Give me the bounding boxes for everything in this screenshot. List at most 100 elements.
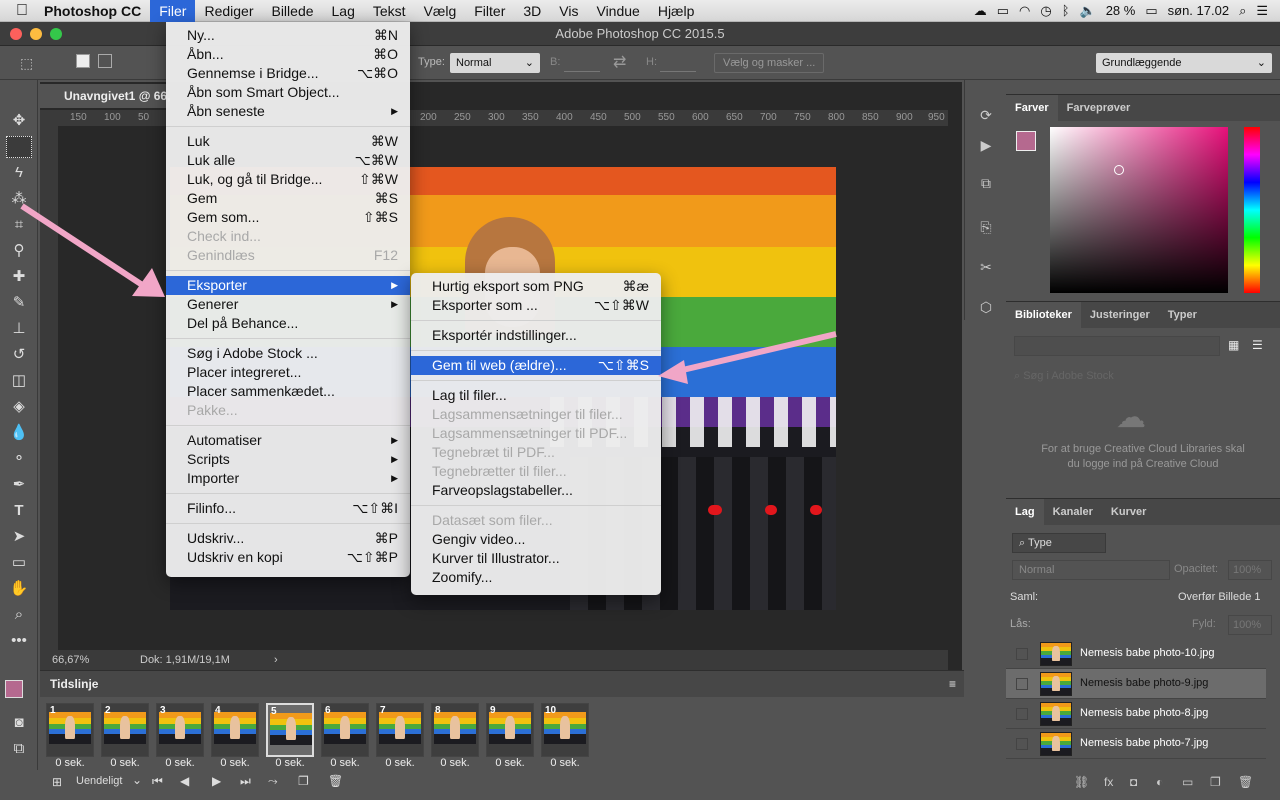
close-window-icon[interactable] xyxy=(10,28,22,40)
timeline-frame[interactable]: 6 xyxy=(321,703,369,757)
tab-paths[interactable]: Kurver xyxy=(1102,499,1155,525)
file_menu-item[interactable]: Luk ⌘W xyxy=(166,132,410,151)
3d-icon[interactable]: ⬡ xyxy=(975,296,997,318)
export_menu-item[interactable]: Eksportér indstillinger... xyxy=(411,326,661,345)
play-icon[interactable]: ▶ xyxy=(212,774,221,788)
blend-mode-select[interactable]: Normal xyxy=(1012,560,1170,580)
file_menu-item[interactable]: Åbn... ⌘O xyxy=(166,45,410,64)
layer-row[interactable]: Nemesis babe photo-10.jpg xyxy=(1006,639,1266,669)
timeline-frame[interactable]: 7 xyxy=(376,703,424,757)
clock[interactable]: søn. 17.02 xyxy=(1168,3,1229,18)
width-input[interactable] xyxy=(564,54,600,72)
export_menu-item[interactable]: Lag til filer... xyxy=(411,386,661,405)
frame-duration[interactable]: 0 sek. xyxy=(321,757,369,769)
workspace-select[interactable]: Grundlæggende ⌄ xyxy=(1096,53,1272,73)
layer-visibility-toggle[interactable] xyxy=(1016,678,1028,690)
history-icon[interactable]: ⟳ xyxy=(975,104,997,126)
delete-layer-icon[interactable]: 🗑 xyxy=(1238,775,1253,789)
hue-slider[interactable] xyxy=(1244,127,1260,293)
timeline-frame[interactable]: 2 xyxy=(101,703,149,757)
properties-icon[interactable]: ⧉ xyxy=(975,172,997,194)
file_menu-item[interactable]: Eksporter ▶ xyxy=(166,276,410,295)
color-field[interactable] xyxy=(1050,127,1228,293)
creative-cloud-icon[interactable]: ☁ xyxy=(974,3,987,19)
grid-view-icon[interactable]: ▦ xyxy=(1228,338,1239,352)
timeline-frame[interactable]: 3 xyxy=(156,703,204,757)
new-group-icon[interactable]: ▭ xyxy=(1182,775,1193,789)
file_menu-item[interactable]: Åbn seneste ▶ xyxy=(166,102,410,121)
next-frame-icon[interactable]: ⏭ xyxy=(240,774,251,789)
file_menu-item[interactable]: Gem som... ⇧⌘S xyxy=(166,208,410,227)
file_menu-item[interactable]: Gennemse i Bridge... ⌥⌘O xyxy=(166,64,410,83)
character-icon[interactable]: ⎘ xyxy=(975,216,997,238)
eyedropper-tool-icon[interactable]: ⚲ xyxy=(6,240,32,262)
wifi-icon[interactable]: ◠ xyxy=(1019,3,1030,19)
volume-icon[interactable]: 🔈 xyxy=(1080,3,1096,19)
layer-filter-select[interactable]: ⌕ Type xyxy=(1012,533,1106,553)
file_menu-item[interactable]: Gem ⌘S xyxy=(166,189,410,208)
brush-tool-icon[interactable]: ✎ xyxy=(6,292,32,314)
layer-row[interactable]: Nemesis babe photo-7.jpg xyxy=(1006,729,1266,759)
hand-tool-icon[interactable]: ✋ xyxy=(6,578,32,600)
menu-filter[interactable]: Filter xyxy=(465,0,514,22)
menu-image[interactable]: Billede xyxy=(262,0,322,22)
timeline-frame[interactable]: 1 xyxy=(46,703,94,757)
layer-mask-icon[interactable]: ◘ xyxy=(1130,775,1137,789)
library-select[interactable] xyxy=(1014,336,1220,356)
tab-layers[interactable]: Lag xyxy=(1006,499,1044,525)
layer-visibility-toggle[interactable] xyxy=(1016,648,1028,660)
timeline-frame[interactable]: 4 xyxy=(211,703,259,757)
actions-play-icon[interactable]: ▶ xyxy=(975,134,997,156)
eraser-tool-icon[interactable]: ◫ xyxy=(6,370,32,392)
loop-select[interactable]: Uendeligt xyxy=(76,775,122,787)
timeline-frame[interactable]: 8 xyxy=(431,703,479,757)
chevron-right-icon[interactable]: › xyxy=(274,650,278,670)
file_menu-item[interactable]: Scripts ▶ xyxy=(166,450,410,469)
new-selection-icon[interactable] xyxy=(76,54,90,68)
blur-tool-icon[interactable]: 💧 xyxy=(6,422,32,444)
duplicate-frame-icon[interactable]: ❐ xyxy=(298,774,309,788)
tab-channels[interactable]: Kanaler xyxy=(1044,499,1102,525)
marquee-preset-icon[interactable]: ⬚ xyxy=(20,55,33,72)
add-selection-icon[interactable] xyxy=(98,54,112,68)
adjustment-layer-icon[interactable]: ◐ xyxy=(1156,775,1163,789)
file_menu-item[interactable]: Placer sammenkædet... xyxy=(166,382,410,401)
file_menu-item[interactable]: Åbn som Smart Object... xyxy=(166,83,410,102)
export_menu-item[interactable]: Kurver til Illustrator... xyxy=(411,549,661,568)
file_menu-item[interactable]: Generer ▶ xyxy=(166,295,410,314)
frame-duration[interactable]: 0 sek. xyxy=(46,757,94,769)
propagate-checkbox-label[interactable]: Overfør Billede 1 xyxy=(1178,591,1261,603)
crop-tool-icon[interactable]: ⌗ xyxy=(6,214,32,236)
fx-icon[interactable]: fx xyxy=(1104,775,1113,789)
panel-menu-icon[interactable]: ≡ xyxy=(949,671,956,697)
first-frame-icon[interactable]: ⏮ xyxy=(152,774,163,789)
file_menu-item[interactable]: Filinfo... ⌥⇧⌘I xyxy=(166,499,410,518)
menu-file[interactable]: Filer xyxy=(150,0,196,22)
layer-visibility-toggle[interactable] xyxy=(1016,738,1028,750)
paint-bucket-tool-icon[interactable]: ◈ xyxy=(6,396,32,418)
file_menu-item[interactable]: Importer ▶ xyxy=(166,469,410,488)
screen-mode-icon[interactable]: ⧉ xyxy=(6,738,32,760)
pen-tool-icon[interactable]: ✒ xyxy=(6,474,32,496)
timeline-frame[interactable]: 9 xyxy=(486,703,534,757)
menu-edit[interactable]: Rediger xyxy=(195,0,262,22)
color-picker-cursor[interactable] xyxy=(1114,165,1124,175)
bluetooth-icon[interactable]: ᛒ xyxy=(1062,3,1070,18)
file_menu-item[interactable]: Placer integreret... xyxy=(166,363,410,382)
lasso-tool-icon[interactable]: ϟ xyxy=(6,162,32,184)
battery-percent[interactable]: 28 % xyxy=(1106,3,1136,18)
more-tools-icon[interactable]: ••• xyxy=(6,630,32,652)
layer-row[interactable]: Nemesis babe photo-8.jpg xyxy=(1006,699,1266,729)
export_menu-item[interactable]: Hurtig eksport som PNG ⌘æ xyxy=(411,277,661,296)
frame-duration[interactable]: 0 sek. xyxy=(486,757,534,769)
timeline-frame[interactable]: 5 xyxy=(266,703,314,757)
opacity-input[interactable]: 100% xyxy=(1228,560,1272,580)
menu-layer[interactable]: Lag xyxy=(323,0,364,22)
new-layer-icon[interactable]: ❐ xyxy=(1210,775,1221,789)
rectangle-tool-icon[interactable]: ▭ xyxy=(6,552,32,574)
file_menu-item[interactable]: Luk alle ⌥⌘W xyxy=(166,151,410,170)
export_menu-item[interactable]: Gengiv video... xyxy=(411,530,661,549)
zoom-window-icon[interactable] xyxy=(50,28,62,40)
apple-icon[interactable]:  xyxy=(0,0,40,22)
trash-icon[interactable]: 🗑 xyxy=(328,774,343,788)
